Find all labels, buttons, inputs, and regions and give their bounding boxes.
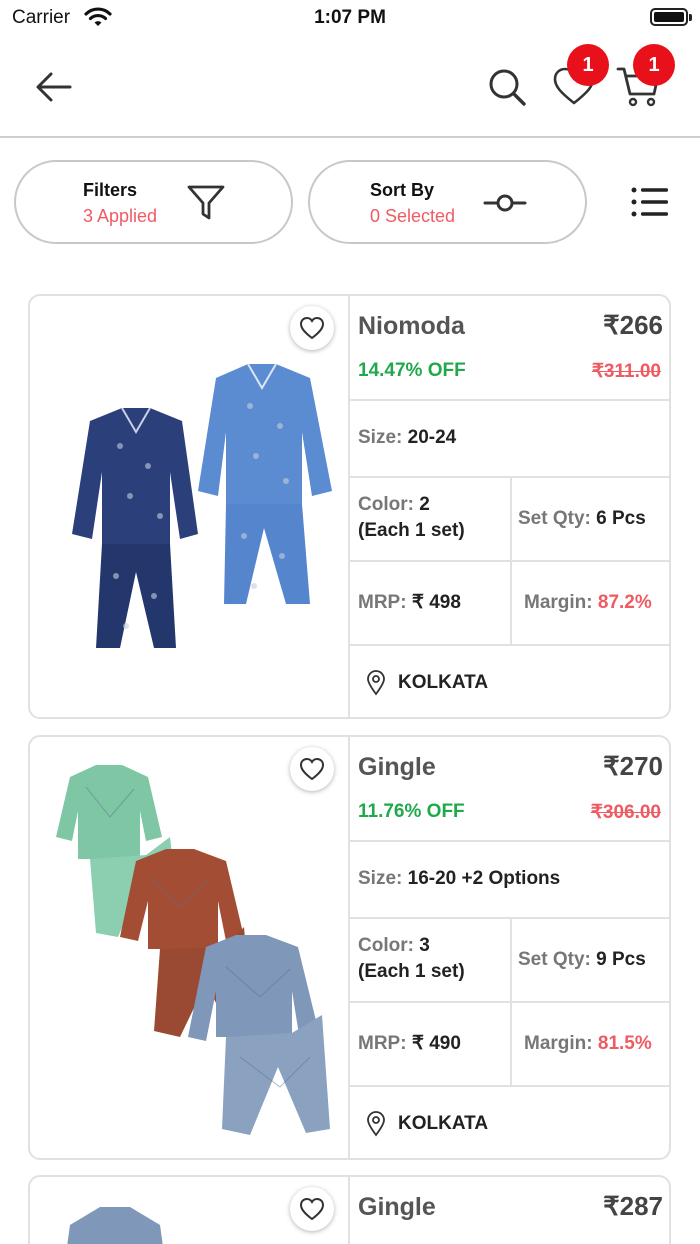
discount-percent: 14.47% OFF [358,360,466,381]
divider [510,1003,512,1087]
size-value: 16-20 +2 Options [407,868,561,889]
add-to-wishlist-button[interactable] [290,1187,334,1231]
set-qty-value: 6 Pcs [596,508,646,529]
size-label: Size: [358,427,403,448]
brand-name: Niomoda [358,312,465,340]
add-to-wishlist-button[interactable] [290,306,334,350]
selling-price: ₹266 [603,310,663,340]
color-qty-row: Color: 2 (Each 1 set) Set Qty: 6 Pcs [350,478,669,562]
brand-name: Gingle [358,753,436,781]
divider [510,919,512,1003]
margin-label: Margin: [524,592,593,613]
battery-icon [650,8,692,26]
clock: 1:07 PM [314,7,386,28]
color-label: Color: [358,935,414,956]
mrp-label: MRP: [358,592,407,613]
color-note: (Each 1 set) [358,520,465,541]
set-qty-label: Set Qty: [518,508,591,529]
location-row: KOLKATA [350,1087,669,1158]
color-count: 3 [419,935,430,956]
color-label: Color: [358,494,414,515]
color-count: 2 [419,494,430,515]
pajama-set-image [72,363,332,648]
product-image[interactable] [30,296,350,717]
heart-icon [299,1197,325,1221]
selling-price: ₹287 [603,1191,663,1221]
discount-percent: 11.76% OFF [358,801,465,822]
wishlist-count-badge: 1 [567,44,609,86]
top-nav-bar: 1 1 [0,36,700,138]
pajama-set-image [56,765,330,1135]
location-city: KOLKATA [398,1113,489,1134]
size-row: Size: 20-24 [350,401,669,478]
title-price-row: Gingle ₹270 11.76% OFF ₹306.00 [350,737,669,842]
mrp-value: ₹ 498 [411,592,461,613]
color-note: (Each 1 set) [358,961,465,982]
set-qty-value: 9 Pcs [596,949,646,970]
margin-value: 81.5% [597,1033,652,1054]
mrp-label: MRP: [358,1033,407,1054]
original-price: ₹311.00 [591,361,661,382]
cart-count-badge: 1 [633,44,675,86]
margin-value: 87.2% [597,592,652,613]
margin-label: Margin: [524,1033,593,1054]
list-view-icon[interactable] [630,186,670,218]
size-row: Size: 16-20 +2 Options [350,842,669,919]
heart-icon [299,316,325,340]
sort-slider-icon [483,194,527,212]
size-label: Size: [358,868,403,889]
product-image[interactable] [30,1177,350,1244]
back-arrow-icon[interactable] [34,70,74,104]
status-bar: Carrier 1:07 PM [0,0,700,36]
filters-applied-count: 3 Applied [83,206,158,226]
filters-button[interactable]: Filters 3 Applied [14,160,293,244]
product-card[interactable]: Gingle ₹287 [28,1175,671,1244]
mrp-value: ₹ 490 [411,1033,461,1054]
product-image[interactable] [30,737,350,1158]
set-qty-label: Set Qty: [518,949,591,970]
location-city: KOLKATA [398,672,489,693]
product-card[interactable]: Gingle ₹270 11.76% OFF ₹306.00 Size: 16-… [28,735,671,1160]
selling-price: ₹270 [603,751,663,781]
sort-by-title: Sort By [370,180,435,200]
original-price: ₹306.00 [590,802,661,823]
mrp-margin-row: MRP: ₹ 498 Margin: 87.2% [350,562,669,646]
color-qty-row: Color: 3 (Each 1 set) Set Qty: 9 Pcs [350,919,669,1003]
product-card[interactable]: Niomoda ₹266 14.47% OFF ₹311.00 Size: 20… [28,294,671,719]
size-value: 20-24 [407,427,457,448]
divider [510,562,512,646]
search-icon[interactable] [486,66,528,108]
funnel-icon [187,185,225,220]
mrp-margin-row: MRP: ₹ 490 Margin: 81.5% [350,1003,669,1087]
sort-selected-count: 0 Selected [370,206,456,226]
sort-by-button[interactable]: Sort By 0 Selected [308,160,587,244]
divider [510,478,512,562]
title-price-row: Niomoda ₹266 14.47% OFF ₹311.00 [350,296,669,401]
filters-title: Filters [83,180,138,200]
heart-icon [299,757,325,781]
add-to-wishlist-button[interactable] [290,747,334,791]
location-pin-icon [367,1111,385,1137]
brand-name: Gingle [358,1193,436,1221]
location-row: KOLKATA [350,646,669,717]
location-pin-icon [367,670,385,696]
